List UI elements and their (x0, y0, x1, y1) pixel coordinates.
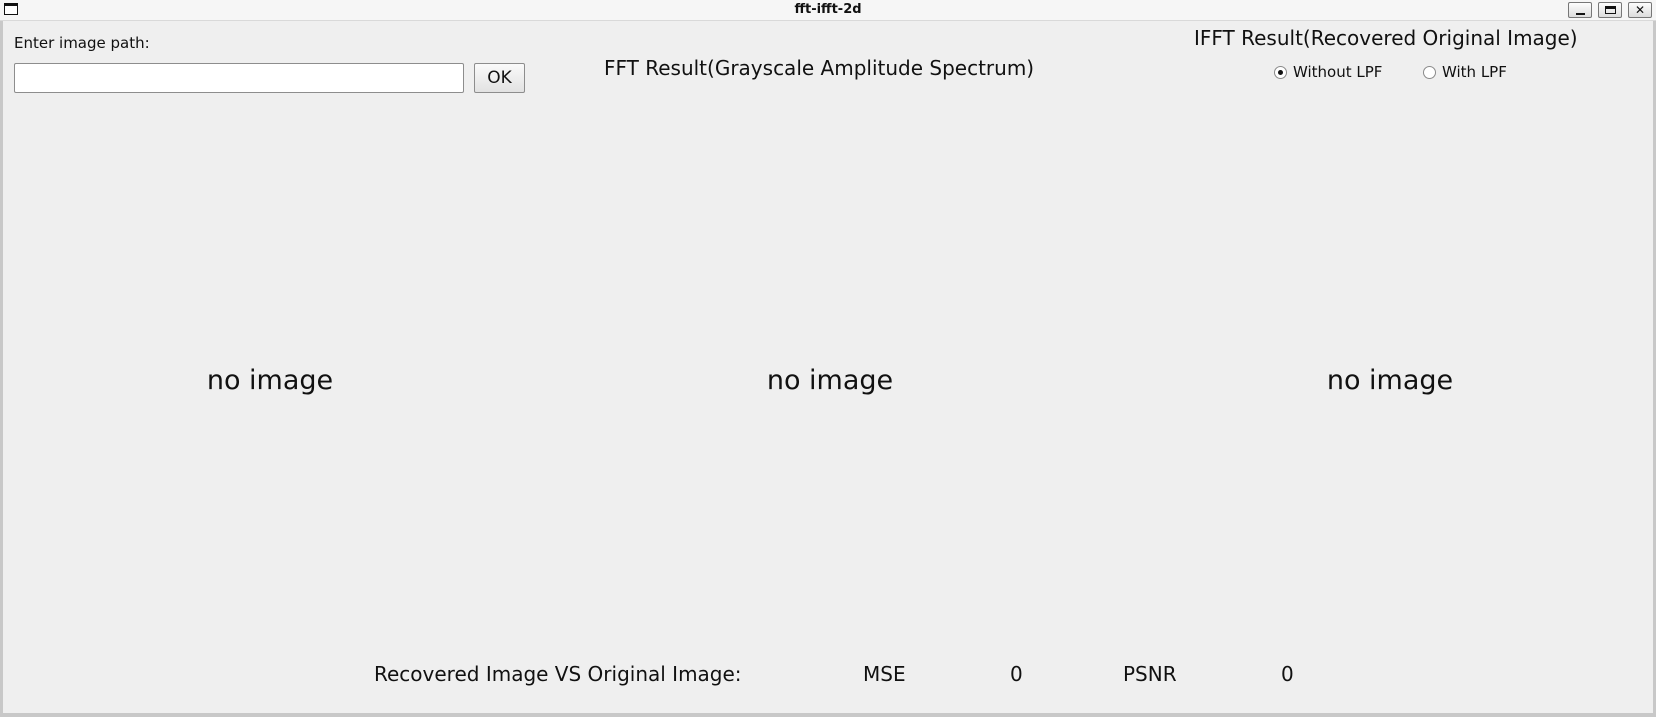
fft-image-placeholder: no image (766, 364, 894, 396)
original-image-panel: no image (0, 110, 540, 650)
minimize-button[interactable] (1568, 2, 1592, 18)
title-bar[interactable]: fft-ifft-2d ✕ (0, 0, 1656, 21)
fft-image-panel: no image (560, 110, 1100, 650)
window-title: fft-ifft-2d (794, 2, 862, 17)
original-image-placeholder: no image (206, 364, 334, 396)
ifft-image-placeholder: no image (1326, 364, 1454, 396)
fft-heading: FFT Result(Grayscale Amplitude Spectrum) (604, 56, 1035, 80)
image-path-input[interactable] (14, 63, 464, 93)
close-icon: ✕ (1634, 3, 1646, 17)
maximize-icon (1604, 6, 1616, 14)
image-path-label: Enter image path: (14, 34, 150, 52)
ifft-image-panel: no image (1120, 110, 1656, 650)
app-window: fft-ifft-2d ✕ Enter image path: OK FFT R… (0, 0, 1656, 717)
mse-value: 0 (1010, 662, 1023, 686)
radio-button-unchecked[interactable] (1423, 65, 1436, 79)
window-frame-bottom (0, 713, 1656, 717)
close-button[interactable]: ✕ (1628, 2, 1652, 18)
radio-with-lpf-label: With LPF (1442, 63, 1507, 81)
radio-with-lpf[interactable]: With LPF (1423, 63, 1507, 81)
comparison-label: Recovered Image VS Original Image: (374, 662, 742, 686)
psnr-value: 0 (1281, 662, 1294, 686)
ifft-heading: IFFT Result(Recovered Original Image) (1194, 26, 1578, 50)
radio-button-checked[interactable] (1274, 65, 1287, 79)
maximize-button[interactable] (1598, 2, 1622, 18)
psnr-label: PSNR (1123, 662, 1177, 686)
radio-without-lpf[interactable]: Without LPF (1274, 63, 1382, 81)
radio-without-lpf-label: Without LPF (1293, 63, 1383, 81)
minimize-icon (1575, 12, 1585, 15)
mse-label: MSE (863, 662, 906, 686)
ok-button[interactable]: OK (474, 63, 525, 93)
